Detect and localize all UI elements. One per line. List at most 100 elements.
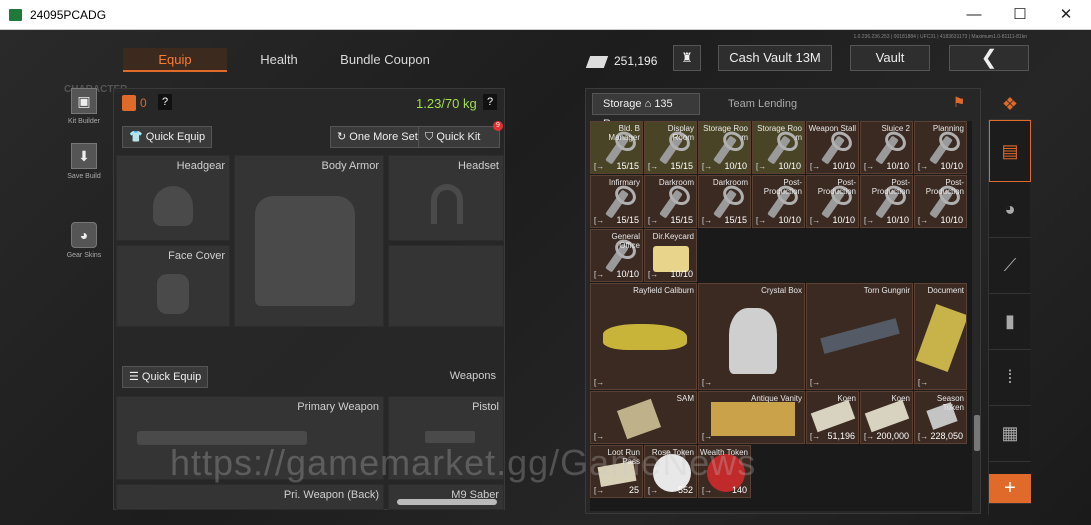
nav-ammo-icon[interactable]: ⁞ [989,350,1031,406]
storage-item[interactable]: Planning 10/10 [→ [914,121,967,174]
storage-item[interactable]: Post-Production 10/10 [→ [806,175,859,228]
empty-gear-slot[interactable] [388,245,504,327]
app-icon [9,9,22,21]
one-more-set-button[interactable]: ↻ One More Set [330,126,425,148]
headset-silhouette-icon [431,184,463,224]
backpack-count: 0 [140,96,147,110]
item-marker: [→ [756,162,767,171]
back-weapon-label: Pri. Weapon (Back) [283,489,379,501]
item-icon [711,402,795,436]
item-count: 10/10 [670,269,693,279]
item-name: Torn Gungnir [863,286,910,295]
tab-equip[interactable]: Equip [123,48,227,72]
storage-item[interactable]: Document [→ [914,283,967,390]
storage-item[interactable]: Sluice 2 10/10 [→ [860,121,913,174]
item-name: Bld. B Manager [608,124,640,142]
item-marker: [→ [918,162,929,171]
maximize-button[interactable]: ☐ [997,0,1043,30]
storage-item[interactable]: General Office 10/10 [→ [590,229,643,282]
minimize-button[interactable]: — [951,0,997,30]
gear-skins-button[interactable]: ◕ Gear Skins [64,222,104,259]
item-name: Document [927,286,964,295]
item-name: Planning [932,124,964,133]
add-button[interactable]: + [989,474,1031,504]
quick-equip-button[interactable]: 👕 Quick Equip [122,126,213,148]
item-name: Weapon Stall [808,124,856,133]
storage-item[interactable]: Crystal Box [→ [698,283,805,390]
storage-item[interactable]: Darkroom 15/15 [→ [644,175,697,228]
item-name: Crystal Box [761,286,802,295]
weight-help-button[interactable]: ? [483,94,497,110]
storage-item[interactable]: Post-Production 10/10 [→ [914,175,967,228]
storage-category-nav: ❖ ▤ ◕ ⟋ ▮ ⁞ ▦ + [988,94,1031,515]
item-icon [864,399,910,433]
help-button[interactable]: ? [158,94,172,110]
item-count: 51,196 [827,431,855,441]
nav-stack-icon[interactable]: ▤ [989,120,1031,182]
mask-silhouette-icon [157,274,189,314]
storage-item[interactable]: Dir.Keycard 10/10 [→ [644,229,697,282]
storage-item[interactable]: Post-Production 10/10 [→ [752,175,805,228]
melee-slot[interactable]: M9 Saber [388,484,504,510]
team-lending-tab[interactable]: Team Lending [728,98,797,110]
vault-button[interactable]: Vault [850,45,930,71]
gear-skins-label: Gear Skins [66,252,102,259]
body-armor-label: Body Armor [321,160,379,172]
storage-item[interactable]: Koen 200,000 [→ [860,391,913,444]
item-name: Display Room [667,124,694,142]
storage-item[interactable]: Weapon Stall 10/10 [→ [806,121,859,174]
storage-item[interactable]: Darkroom 15/15 [→ [698,175,751,228]
weapon-quick-equip-button[interactable]: ☰ Quick Equip [122,366,209,388]
item-name: Rayfield Caliburn [633,286,694,295]
download-icon: ⬇ [71,143,97,169]
storage-item[interactable]: Display Room 15/15 [→ [644,121,697,174]
body-armor-slot[interactable]: Body Armor [234,155,384,327]
quick-kit-badge: 9 [493,121,503,131]
kit-builder-button[interactable]: ▣ Kit Builder [64,88,104,125]
item-icon [810,399,856,433]
back-weapon-slot[interactable]: Pri. Weapon (Back) [116,484,384,510]
storage-item[interactable]: Antique Vanity [→ [698,391,805,444]
storage-tab-label: Storage [603,98,642,110]
item-name: Season Token [936,394,964,412]
sort-icon[interactable]: ⚑ [946,94,972,114]
knife-icon [397,499,497,505]
storage-item[interactable]: Storage Roo m 10/10 [→ [752,121,805,174]
storage-item[interactable]: Torn Gungnir [→ [806,283,913,390]
storage-item[interactable]: Koen 51,196 [→ [806,391,859,444]
storage-item[interactable]: Season Token 228,050 [→ [914,391,967,444]
headgear-slot[interactable]: Headgear [116,155,230,241]
tab-health[interactable]: Health [236,48,322,72]
face-cover-label: Face Cover [168,250,225,262]
storage-item[interactable]: SAM [→ [590,391,697,444]
nav-magazine-icon[interactable]: ▮ [989,294,1031,350]
item-marker: [→ [918,432,929,441]
storage-item[interactable]: Storage Roo m 10/10 [→ [698,121,751,174]
cash-vault-button[interactable]: Cash Vault 13M [718,45,832,71]
trader-button[interactable]: ♜ [673,45,701,71]
storage-item[interactable]: Post-Production 10/10 [→ [860,175,913,228]
back-button[interactable]: ❮ [949,45,1029,71]
save-build-button[interactable]: ⬇ Save Build [64,143,104,180]
storage-item[interactable]: Bld. B Manager 15/15 [→ [590,121,643,174]
storage-scrollbar[interactable] [974,415,980,451]
close-button[interactable]: ✕ [1043,0,1089,30]
storage-item[interactable]: Rayfield Caliburn [→ [590,283,697,390]
money-value: 251,196 [614,54,658,68]
storage-item[interactable]: Infirmary 15/15 [→ [590,175,643,228]
nav-box-icon[interactable]: ▦ [989,406,1031,462]
tab-bundle-coupon[interactable]: Bundle Coupon [330,48,440,72]
item-marker: [→ [702,486,713,495]
nav-helmet-icon[interactable]: ◕ [989,182,1031,238]
nav-all-icon[interactable]: ❖ [989,90,1031,120]
storage-tab[interactable]: Storage ⌂ 135 Rows [592,93,700,130]
item-name: Koen [837,394,856,403]
nav-rifle-icon[interactable]: ⟋ [989,238,1031,294]
headset-slot[interactable]: Headset [388,155,504,241]
quick-kit-button[interactable]: ⛉ Quick Kit 9 [418,121,503,148]
face-cover-slot[interactable]: Face Cover [116,245,230,327]
helmet-silhouette-icon [153,186,193,226]
item-marker: [→ [810,378,821,387]
vest-icon: ▣ [71,88,97,114]
kit-icon: ⛉ [425,131,437,143]
